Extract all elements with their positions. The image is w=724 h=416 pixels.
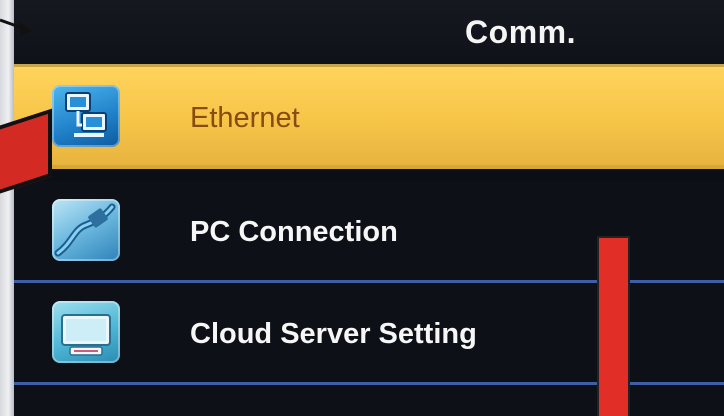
cloud-server-icon bbox=[52, 301, 120, 363]
page-title: Comm. bbox=[465, 14, 576, 50]
menu-item-ethernet[interactable]: Ethernet bbox=[14, 67, 724, 169]
annotation-red-marker-right bbox=[597, 236, 630, 416]
menu-item-label: PC Connection bbox=[190, 216, 398, 248]
ethernet-icon bbox=[52, 85, 120, 147]
menu-item-label: Cloud Server Setting bbox=[190, 318, 477, 350]
annotation-arrow-icon bbox=[0, 18, 32, 36]
device-screen: Comm. Ethernet PC Connection Cloud Serve… bbox=[0, 0, 724, 416]
pc-connection-icon bbox=[52, 199, 120, 261]
title-bar: Comm. bbox=[14, 0, 724, 64]
screen-bezel bbox=[0, 0, 14, 416]
menu-item-label: Ethernet bbox=[190, 102, 300, 134]
